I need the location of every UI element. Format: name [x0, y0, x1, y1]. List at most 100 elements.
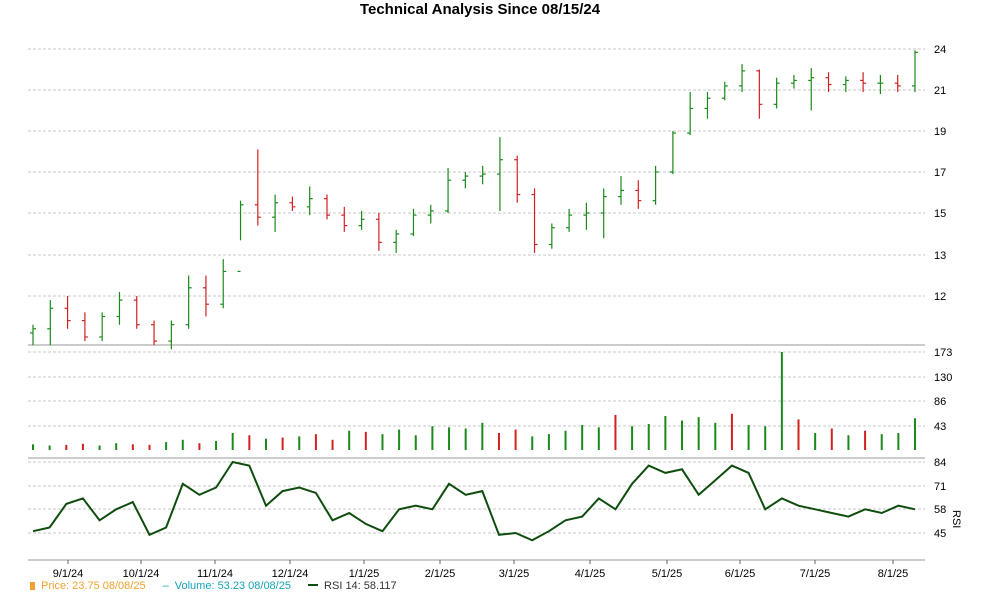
ohlc-bar [514, 155, 521, 203]
volume-bar [115, 443, 118, 450]
volume-bar [814, 433, 817, 450]
ohlc-bar [669, 131, 676, 175]
volume-bar [697, 417, 700, 450]
volume-bar [864, 430, 867, 450]
ohlc-bar [133, 296, 140, 329]
volume-tick-label: 86 [934, 396, 946, 408]
volume-bar [48, 445, 51, 450]
x-tick-label: 9/1/24 [53, 568, 84, 580]
x-tick-label: 1/1/25 [349, 568, 380, 580]
volume-bar [348, 430, 351, 450]
volume-bar [914, 418, 916, 450]
ohlc-bar [687, 92, 694, 136]
ohlc-bar [427, 204, 434, 224]
technical-chart: 24 21 19 17 15 13 12 173 130 86 43 84 71 58 45 RSI 9/1/2… [28, 44, 962, 580]
volume-bar [681, 420, 684, 450]
ohlc-bar [393, 229, 400, 253]
price-tick-label: 13 [934, 250, 946, 262]
x-tick-label: 3/1/25 [499, 568, 530, 580]
x-tick-label: 6/1/25 [725, 568, 756, 580]
volume-swatch-icon: – [162, 580, 169, 592]
volume-bar [747, 425, 750, 450]
ohlc-bar [289, 196, 296, 211]
ohlc-bar [773, 77, 780, 109]
price-tick-label: 12 [934, 291, 946, 303]
rsi-tick-label: 58 [934, 504, 946, 516]
volume-bar [830, 428, 833, 450]
volume-bar [65, 444, 68, 450]
volume-bar [448, 427, 451, 450]
volume-bar [581, 425, 584, 450]
ohlc-bar [860, 72, 867, 93]
volume-bar [198, 443, 201, 450]
volume-bar [547, 434, 550, 450]
volume-bar [514, 429, 517, 450]
ohlc-bar [47, 300, 54, 346]
x-tick-label: 2/1/25 [425, 568, 456, 580]
ohlc-bar [116, 291, 123, 325]
volume-bar [248, 435, 251, 450]
volume-bar [431, 426, 434, 450]
volume-bar [264, 438, 267, 450]
volume-bar [764, 426, 767, 450]
ohlc-bar [566, 208, 573, 232]
price-panel [30, 50, 918, 350]
volume-bar [381, 434, 384, 450]
ohlc-bar [704, 92, 711, 119]
volume-bar [331, 439, 334, 450]
ohlc-bar [496, 137, 503, 211]
volume-bar [647, 423, 650, 450]
rsi-tick-label: 84 [934, 457, 946, 469]
ohlc-bar [721, 81, 728, 101]
rsi-tick-label: 45 [934, 528, 946, 540]
volume-tick-label: 130 [934, 372, 952, 384]
price-swatch-icon [30, 582, 35, 590]
rsi-tick-label: 71 [934, 481, 946, 493]
volume-bar [314, 434, 317, 450]
price-tick-label: 19 [934, 126, 946, 138]
rsi-panel [32, 460, 916, 542]
gridlines [28, 48, 925, 561]
ohlc-bar [479, 165, 486, 185]
legend: Price: 23.75 08/08/25 – Volume: 53.23 08/… [30, 580, 411, 592]
volume-bar [148, 444, 151, 450]
legend-rsi: RSI 14: 58.117 [308, 580, 397, 592]
volume-bar [181, 439, 184, 450]
ohlc-bar [445, 167, 452, 213]
ohlc-bar [30, 324, 36, 346]
volume-bar [797, 419, 800, 450]
x-tick-label: 11/1/24 [197, 568, 233, 580]
ohlc-bar [151, 320, 158, 346]
volume-bar [714, 422, 717, 450]
volume-bar [131, 444, 134, 450]
x-tick-label: 5/1/25 [652, 568, 683, 580]
legend-price-label: Price: 23.75 08/08/25 [41, 580, 146, 592]
ohlc-bar [306, 186, 313, 216]
legend-price: Price: 23.75 08/08/25 [30, 580, 149, 592]
rsi-line [32, 460, 916, 542]
price-tick-label: 24 [934, 44, 946, 56]
volume-bar [464, 428, 467, 450]
rsi-swatch-icon [308, 584, 319, 586]
x-tick-label: 10/1/24 [123, 568, 160, 580]
x-tick-label: 12/1/24 [272, 568, 309, 580]
volume-bar [32, 444, 34, 450]
ohlc-bar [341, 206, 348, 232]
volume-bar [730, 413, 733, 450]
volume-bar [597, 427, 600, 450]
ohlc-bar [912, 50, 918, 93]
legend-rsi-label: RSI 14: 58.117 [324, 580, 397, 592]
ohlc-bar [548, 223, 555, 249]
ohlc-bar [324, 194, 330, 220]
ohlc-bar [739, 64, 746, 93]
ohlc-bar [358, 210, 365, 230]
ohlc-bar [531, 188, 538, 253]
volume-bar [780, 352, 783, 450]
ohlc-bar [99, 312, 106, 342]
volume-bar [897, 433, 900, 450]
legend-volume: – Volume: 53.23 08/08/25 [163, 580, 294, 592]
volume-bar [215, 440, 218, 450]
ohlc-bar [825, 72, 832, 93]
volume-tick-label: 173 [934, 347, 952, 359]
x-tick-label: 8/1/25 [878, 568, 909, 580]
